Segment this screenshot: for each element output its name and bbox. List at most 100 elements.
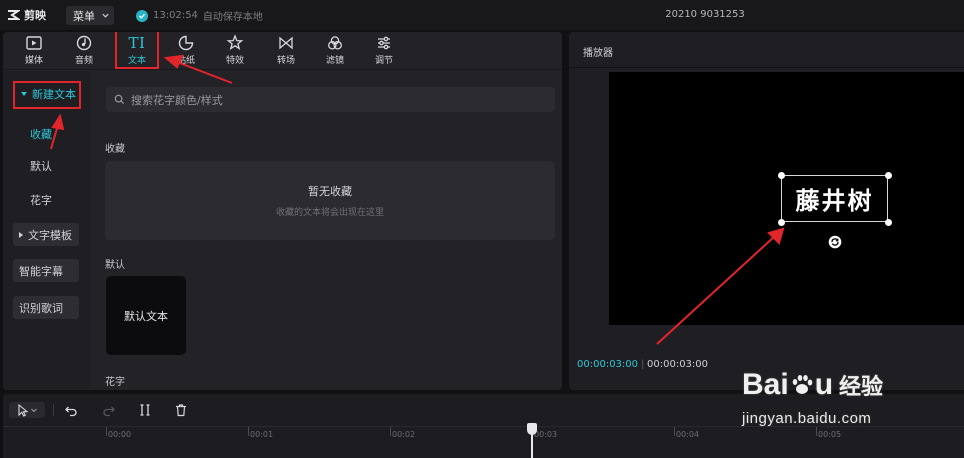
search-input[interactable]: 搜索花字颜色/样式 <box>106 87 555 112</box>
total-time: 00:00:03:00 <box>647 359 709 370</box>
default-heading: 默认 <box>105 260 125 271</box>
media-icon <box>26 36 42 50</box>
tab-media-label: 媒体 <box>24 56 43 66</box>
nav-text-templates-label: 文字模板 <box>28 228 72 242</box>
resize-handle-bottom-right[interactable] <box>885 219 892 226</box>
playhead[interactable] <box>531 425 533 458</box>
preview-viewport[interactable]: 藤井树 <box>609 72 964 325</box>
tab-audio-label: 音频 <box>74 56 93 66</box>
side-nav: 新建文本 收藏 默认 花字 文字模板 智能字幕 识别歌词 <box>3 71 90 390</box>
ruler-label: 00:04 <box>676 430 700 439</box>
player-title: 播放器 <box>583 48 613 59</box>
player-panel: 播放器 藤井树 00:00:03:00 | 00:00:03:00 <box>569 32 964 390</box>
watermark-brand-a: Bai <box>742 368 789 401</box>
tab-transition-label: 转场 <box>276 56 295 66</box>
time-separator: | <box>641 359 645 370</box>
toolbar-divider <box>53 404 54 416</box>
nav-smart-subtitles-label: 智能字幕 <box>19 264 63 278</box>
current-time: 00:00:03:00 <box>577 359 639 370</box>
transition-icon <box>279 36 293 50</box>
resize-handle-bottom-left[interactable] <box>778 219 785 226</box>
nav-fancy-text[interactable]: 花字 <box>24 188 90 211</box>
default-text-card[interactable]: 默认文本 <box>106 276 186 355</box>
autosave-status: 13:02:54 自动保存本地 <box>136 8 263 23</box>
adjust-icon <box>378 36 390 50</box>
panel-divider[interactable] <box>563 30 567 392</box>
sticker-icon <box>178 35 194 51</box>
select-tool-button[interactable] <box>9 402 45 418</box>
nav-lyrics[interactable]: 识别歌词 <box>13 296 79 319</box>
watermark-url: jingyan.baidu.com <box>742 410 872 427</box>
save-text: 自动保存本地 <box>202 12 263 23</box>
project-title: 20210 9031253 <box>665 9 745 20</box>
caret-right-icon <box>19 231 23 238</box>
undo-button[interactable] <box>63 402 79 418</box>
tab-effects[interactable]: 特效 <box>213 34 257 68</box>
delete-button[interactable] <box>173 402 189 418</box>
watermark-brand-cn: 经验 <box>839 374 884 399</box>
default-text-card-label: 默认文本 <box>124 309 168 323</box>
tab-sticker-label: 贴纸 <box>176 56 195 66</box>
nav-smart-subtitles[interactable]: 智能字幕 <box>13 259 79 282</box>
nav-favorites-label: 收藏 <box>30 127 52 141</box>
baidu-watermark: Bai u 经验 jingyan.baidu.com <box>738 368 960 458</box>
player-header: 播放器 <box>569 32 964 68</box>
search-placeholder: 搜索花字颜色/样式 <box>131 93 223 107</box>
ruler-label: 00:00 <box>108 430 132 439</box>
tab-adjust[interactable]: 调节 <box>362 34 406 68</box>
tab-sticker[interactable]: 贴纸 <box>164 34 208 68</box>
save-time: 13:02:54 <box>153 10 198 21</box>
text-content: 搜索花字颜色/样式 收藏 暂无收藏 收藏的文本将会出现在这里 默认 默认文本 花… <box>93 71 562 390</box>
nav-default-label: 默认 <box>30 159 52 173</box>
tab-transition[interactable]: 转场 <box>264 34 308 68</box>
nav-default[interactable]: 默认 <box>24 154 90 177</box>
title-bar: 剪映 菜单 13:02:54 自动保存本地 20210 9031253 <box>0 0 964 30</box>
ruler-label: 00:01 <box>250 430 274 439</box>
check-circle-icon <box>136 9 148 22</box>
tab-filter[interactable]: 滤镜 <box>313 34 357 68</box>
watermark-brand-b: u <box>814 368 834 401</box>
empty-title: 暂无收藏 <box>308 185 352 198</box>
resize-handle-top-right[interactable] <box>885 172 892 179</box>
caption-text: 藤井树 <box>795 187 874 215</box>
ruler-tick <box>248 427 249 436</box>
effects-icon <box>226 34 244 50</box>
empty-hint: 收藏的文本将会出现在这里 <box>275 208 384 218</box>
chevron-down-icon <box>102 13 109 18</box>
chevron-down-icon <box>31 408 37 413</box>
nav-favorites[interactable]: 收藏 <box>24 122 90 145</box>
app-name: 剪映 <box>24 9 46 22</box>
ruler-tick <box>674 427 675 436</box>
cursor-icon <box>18 403 29 417</box>
nav-text-templates[interactable]: 文字模板 <box>13 223 79 246</box>
ruler-label: 00:03 <box>534 430 558 439</box>
ruler-tick <box>106 427 107 436</box>
jianying-logo-icon <box>8 10 20 20</box>
ruler-label: 00:02 <box>392 430 416 439</box>
split-icon <box>140 404 150 416</box>
undo-icon <box>65 406 77 417</box>
split-button[interactable] <box>137 402 153 418</box>
favorites-empty-state: 暂无收藏 收藏的文本将会出现在这里 <box>105 161 555 240</box>
app-logo: 剪映 <box>6 7 46 23</box>
tab-effects-label: 特效 <box>225 56 244 66</box>
redo-icon <box>103 406 115 417</box>
redo-button[interactable] <box>101 402 117 418</box>
tab-audio[interactable]: 音频 <box>62 34 106 68</box>
nav-lyrics-label: 识别歌词 <box>19 301 63 315</box>
favorites-heading: 收藏 <box>105 144 125 155</box>
paw-icon <box>792 375 812 394</box>
menu-button[interactable]: 菜单 <box>66 6 114 25</box>
watermark-logo: Bai u 经验 <box>742 368 883 402</box>
text-tab-highlight <box>115 32 159 69</box>
menu-label: 菜单 <box>73 9 95 23</box>
asset-panel: 媒体 音频 TI 文本 贴纸 特效 转场 滤镜 调节 新建文本 收藏 默认 花字… <box>3 32 562 390</box>
rotate-icon[interactable] <box>828 235 842 249</box>
tab-media[interactable]: 媒体 <box>12 34 56 68</box>
search-icon <box>114 94 125 105</box>
caption-selection-box[interactable]: 藤井树 <box>781 175 888 222</box>
resize-handle-top-left[interactable] <box>778 172 785 179</box>
nav-fancy-text-label: 花字 <box>30 193 52 207</box>
audio-icon <box>76 35 92 51</box>
fancy-heading: 花字 <box>105 377 125 388</box>
